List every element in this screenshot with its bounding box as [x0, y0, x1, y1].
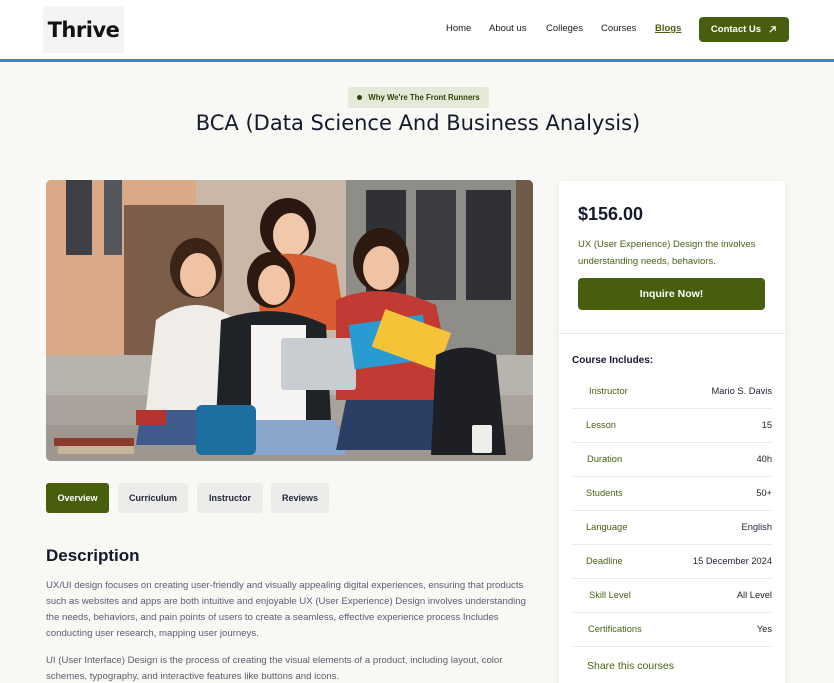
description-paragraph: UX/UI design focuses on creating user-fr… — [46, 580, 526, 639]
include-row-lesson: Lesson 15 — [572, 409, 772, 443]
nav-blogs[interactable]: Blogs — [655, 23, 681, 37]
page-title: BCA (Data Science And Business Analysis) — [195, 111, 641, 135]
nav-courses[interactable]: Courses — [601, 23, 636, 37]
row-value: Mario S. Davis — [711, 386, 772, 396]
include-row-deadline: Deadline 15 December 2024 — [572, 545, 772, 579]
row-label: Language — [586, 522, 628, 532]
row-label: Lesson — [586, 420, 616, 430]
row-value: Yes — [756, 624, 772, 634]
tab-reviews[interactable]: Reviews — [271, 483, 329, 513]
description-paragraph: UI (User Interface) Design is the proces… — [46, 655, 503, 682]
share-course-link[interactable]: Share this courses — [587, 660, 674, 672]
row-value: 15 — [761, 420, 772, 430]
divider — [559, 333, 785, 334]
logo[interactable]: Thrive — [43, 6, 124, 53]
row-value: All Level — [736, 590, 772, 600]
course-price: $156.00 — [578, 204, 644, 224]
include-row-instructor: Instructor Mario S. Davis — [572, 375, 772, 409]
course-sidebar-card: $156.00 UX (User Experience) Design the … — [559, 181, 785, 683]
arrow-up-right-icon — [769, 26, 776, 33]
eyebrow-label: Why We're The Front Runners — [368, 93, 480, 102]
nav-colleges[interactable]: Colleges — [546, 23, 583, 37]
description-heading: Description — [46, 546, 140, 565]
contact-us-label: Contact Us — [710, 24, 762, 35]
inquire-now-button[interactable]: Inquire Now! — [578, 278, 765, 310]
row-value: English — [741, 522, 773, 532]
row-label: Certifications — [588, 624, 642, 634]
tab-overview[interactable]: Overview — [46, 483, 109, 513]
row-label: Deadline — [586, 556, 623, 566]
nav-about[interactable]: About us — [489, 23, 527, 37]
row-label: Instructor — [589, 386, 628, 396]
nav-home[interactable]: Home — [446, 23, 471, 37]
row-label: Skill Level — [589, 590, 631, 600]
row-label: Duration — [587, 454, 623, 464]
tab-curriculum[interactable]: Curriculum — [118, 483, 188, 513]
row-value: 50+ — [756, 488, 772, 498]
include-row-skill-level: Skill Level All Level — [572, 579, 772, 613]
include-row-students: Students 50+ — [572, 477, 772, 511]
tab-instructor[interactable]: Instructor — [197, 483, 263, 513]
eyebrow-badge: Why We're The Front Runners — [348, 87, 489, 108]
include-row-duration: Duration 40h — [572, 443, 772, 477]
include-row-certifications: Certifications Yes — [572, 613, 772, 647]
row-value: 40h — [756, 454, 772, 464]
include-row-language: Language English — [572, 511, 772, 545]
row-label: Students — [586, 488, 623, 498]
course-hero-image — [46, 180, 533, 461]
price-description: UX (User Experience) Design the involves… — [578, 239, 756, 267]
site-header: Thrive Home About us Colleges Courses Bl… — [0, 0, 834, 62]
contact-us-button[interactable]: Contact Us — [699, 17, 789, 42]
course-includes-heading: Course Includes: — [572, 355, 654, 366]
row-value: 15 December 2024 — [692, 556, 772, 566]
bullet-dot-icon — [357, 95, 363, 100]
